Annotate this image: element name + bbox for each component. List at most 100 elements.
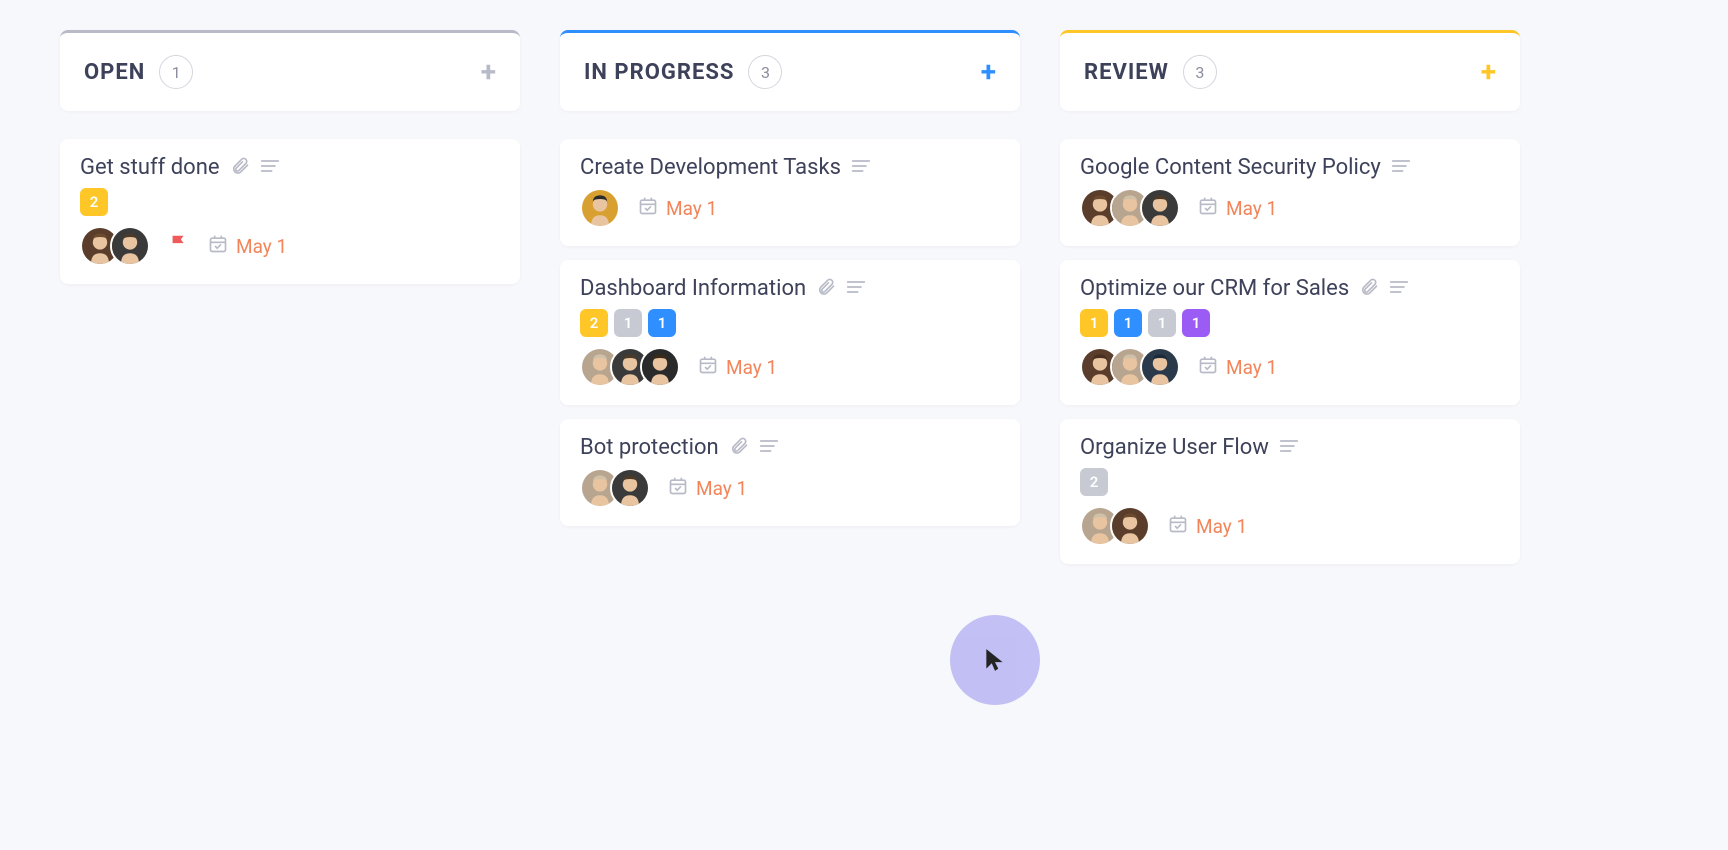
add-card-button[interactable]: + (981, 58, 996, 86)
card-title-row: Get stuff done (80, 155, 500, 180)
avatar[interactable] (580, 188, 620, 228)
due-date[interactable]: May 1 (208, 234, 287, 259)
due-date-text: May 1 (696, 477, 747, 500)
calendar-icon (1198, 355, 1218, 380)
avatar[interactable] (1140, 347, 1180, 387)
avatars-group[interactable] (80, 226, 150, 266)
column-title: REVIEW (1084, 60, 1169, 85)
calendar-icon (208, 234, 228, 259)
add-card-button[interactable]: + (1481, 58, 1496, 86)
description-icon[interactable] (260, 158, 280, 178)
calendar-icon (1198, 196, 1218, 221)
description-icon[interactable] (846, 279, 866, 299)
task-card[interactable]: Google Content Security Policy May 1 (1060, 139, 1520, 246)
count-badge[interactable]: 1 (648, 309, 676, 337)
attachment-icon[interactable] (816, 277, 836, 301)
badges-row: 211 (580, 309, 1000, 337)
due-date-text: May 1 (1226, 356, 1277, 379)
card-title: Organize User Flow (1080, 435, 1269, 460)
card-title: Google Content Security Policy (1080, 155, 1381, 180)
card-footer: May 1 (580, 188, 1000, 228)
badges-row: 2 (80, 188, 500, 216)
attachment-icon[interactable] (230, 156, 250, 180)
due-date[interactable]: May 1 (1198, 355, 1277, 380)
due-date-text: May 1 (1196, 515, 1247, 538)
column-count-badge: 3 (1183, 55, 1217, 89)
card-footer: May 1 (580, 347, 1000, 387)
column-header-open[interactable]: OPEN 1 + (60, 30, 520, 111)
card-title: Get stuff done (80, 155, 220, 180)
avatar[interactable] (1110, 506, 1150, 546)
due-date[interactable]: May 1 (1198, 196, 1277, 221)
card-title: Create Development Tasks (580, 155, 841, 180)
calendar-icon (698, 355, 718, 380)
attachment-icon[interactable] (729, 436, 749, 460)
due-date[interactable]: May 1 (668, 476, 747, 501)
description-icon[interactable] (1279, 438, 1299, 458)
task-card[interactable]: Dashboard Information211May 1 (560, 260, 1020, 405)
column-title: OPEN (84, 60, 145, 85)
avatars-group[interactable] (580, 468, 650, 508)
add-card-button[interactable]: + (481, 58, 496, 86)
card-footer: May 1 (1080, 347, 1500, 387)
avatars-group[interactable] (1080, 347, 1180, 387)
count-badge[interactable]: 1 (1182, 309, 1210, 337)
kanban-board: OPEN 1 + Get stuff done 2 May 1 IN PROGRES… (60, 30, 1668, 578)
calendar-icon (668, 476, 688, 501)
task-card[interactable]: Organize User Flow 2 May 1 (1060, 419, 1520, 564)
due-date-text: May 1 (236, 235, 287, 258)
count-badge[interactable]: 1 (614, 309, 642, 337)
card-title-row: Bot protection (580, 435, 1000, 460)
avatar[interactable] (610, 468, 650, 508)
avatars-group[interactable] (580, 188, 620, 228)
due-date-text: May 1 (1226, 197, 1277, 220)
card-footer: May 1 (1080, 188, 1500, 228)
description-icon[interactable] (1389, 279, 1409, 299)
column-header-progress[interactable]: IN PROGRESS 3 + (560, 30, 1020, 111)
task-card[interactable]: Bot protection May 1 (560, 419, 1020, 526)
due-date[interactable]: May 1 (638, 196, 717, 221)
description-icon[interactable] (1391, 158, 1411, 178)
due-date[interactable]: May 1 (1168, 514, 1247, 539)
column-header-review[interactable]: REVIEW 3 + (1060, 30, 1520, 111)
column-review: REVIEW 3 + Google Content Security Polic… (1060, 30, 1520, 578)
count-badge[interactable]: 1 (1148, 309, 1176, 337)
cursor-indicator (950, 615, 1040, 705)
card-title-row: Organize User Flow (1080, 435, 1500, 460)
task-card[interactable]: Get stuff done 2 May 1 (60, 139, 520, 284)
count-badge[interactable]: 2 (80, 188, 108, 216)
flag-icon[interactable] (168, 233, 190, 259)
description-icon[interactable] (851, 158, 871, 178)
due-date-text: May 1 (666, 197, 717, 220)
badges-row: 1111 (1080, 309, 1500, 337)
card-title: Optimize our CRM for Sales (1080, 276, 1349, 301)
card-title: Bot protection (580, 435, 719, 460)
task-card[interactable]: Create Development Tasks May 1 (560, 139, 1020, 246)
avatar[interactable] (1140, 188, 1180, 228)
card-footer: May 1 (1080, 506, 1500, 546)
count-badge[interactable]: 1 (1114, 309, 1142, 337)
avatars-group[interactable] (1080, 188, 1180, 228)
column-open: OPEN 1 + Get stuff done 2 May 1 (60, 30, 520, 578)
due-date[interactable]: May 1 (698, 355, 777, 380)
card-title-row: Google Content Security Policy (1080, 155, 1500, 180)
badges-row: 2 (1080, 468, 1500, 496)
description-icon[interactable] (759, 438, 779, 458)
calendar-icon (1168, 514, 1188, 539)
count-badge[interactable]: 1 (1080, 309, 1108, 337)
column-progress: IN PROGRESS 3 + Create Development Tasks… (560, 30, 1020, 578)
count-badge[interactable]: 2 (1080, 468, 1108, 496)
attachment-icon[interactable] (1359, 277, 1379, 301)
avatars-group[interactable] (580, 347, 680, 387)
count-badge[interactable]: 2 (580, 309, 608, 337)
card-title-row: Optimize our CRM for Sales (1080, 276, 1500, 301)
column-count-badge: 3 (748, 55, 782, 89)
card-title: Dashboard Information (580, 276, 806, 301)
avatar[interactable] (640, 347, 680, 387)
avatars-group[interactable] (1080, 506, 1150, 546)
calendar-icon (638, 196, 658, 221)
card-footer: May 1 (80, 226, 500, 266)
column-title: IN PROGRESS (584, 60, 734, 85)
avatar[interactable] (110, 226, 150, 266)
task-card[interactable]: Optimize our CRM for Sales1111May 1 (1060, 260, 1520, 405)
